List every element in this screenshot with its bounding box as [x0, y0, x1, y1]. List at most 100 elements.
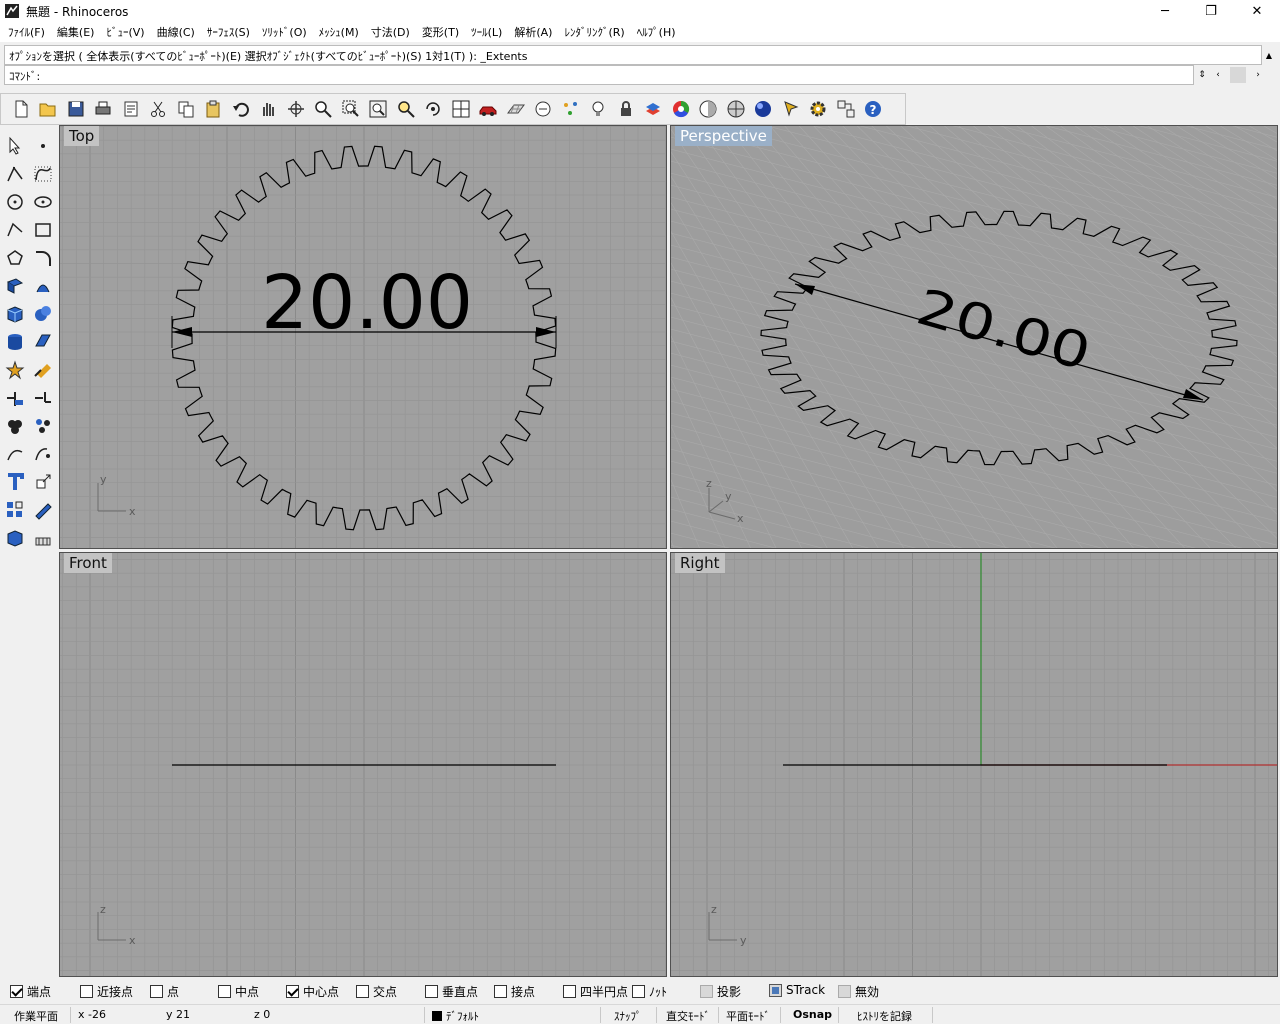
menu-render[interactable]: ﾚﾝﾀﾞﾘﾝｸﾞ(R): [558, 24, 630, 40]
osnap-12[interactable]: 無効: [838, 983, 879, 1000]
osnap-0[interactable]: 端点: [10, 983, 51, 1000]
menu-view[interactable]: ﾋﾞｭｰ(V): [100, 24, 150, 40]
viewport-label-right[interactable]: Right: [675, 553, 725, 573]
viewport-top[interactable]: 20.00 x y Top: [60, 126, 666, 548]
circle-icon[interactable]: [3, 190, 27, 214]
menu-curve[interactable]: 曲線(C): [151, 24, 201, 40]
osnap-3[interactable]: 中点: [218, 983, 259, 1000]
curve-from-object-icon[interactable]: [3, 442, 27, 466]
status-planar[interactable]: 平面ﾓｰﾄﾞ: [726, 1008, 770, 1024]
osnap-checkbox[interactable]: [425, 985, 438, 998]
properties-icon[interactable]: [117, 96, 145, 122]
osnap-11[interactable]: STrack: [769, 983, 825, 997]
rhino-app-icon[interactable]: [4, 3, 20, 19]
point-icon[interactable]: [31, 134, 55, 158]
menu-file[interactable]: ﾌｧｲﾙ(F): [2, 24, 51, 40]
pan-icon[interactable]: [255, 96, 283, 122]
menu-transform[interactable]: 変形(T): [416, 24, 465, 40]
osnap-checkbox[interactable]: [80, 985, 93, 998]
menu-analyze[interactable]: 解析(A): [508, 24, 558, 40]
osnap-checkbox[interactable]: [286, 985, 299, 998]
surface-edge-icon[interactable]: [31, 274, 55, 298]
options-icon[interactable]: [832, 96, 860, 122]
osnap-checkbox[interactable]: [356, 985, 369, 998]
osnap-5[interactable]: 交点: [356, 983, 397, 1000]
surface-tool-icon[interactable]: [31, 330, 55, 354]
zoom-icon[interactable]: [310, 96, 338, 122]
command-scroll-up-icon[interactable]: ▲: [1262, 45, 1276, 65]
osnap-icon[interactable]: [530, 96, 558, 122]
osnap-7[interactable]: 接点: [494, 983, 535, 1000]
grid-plane-icon[interactable]: [502, 96, 530, 122]
status-ortho[interactable]: 直交ﾓｰﾄﾞ: [666, 1008, 710, 1024]
viewport-front[interactable]: x z Front: [60, 553, 666, 976]
group-icon[interactable]: [3, 414, 27, 438]
new-icon[interactable]: [7, 96, 35, 122]
nav-right-icon[interactable]: ›: [1250, 66, 1266, 84]
polyline-icon[interactable]: [3, 162, 27, 186]
restore-button[interactable]: ❐: [1188, 0, 1234, 22]
osnap-checkbox[interactable]: [632, 985, 645, 998]
osnap-checkbox[interactable]: [700, 985, 713, 998]
osnap-10[interactable]: 投影: [700, 983, 741, 1000]
four-viewports-icon[interactable]: [447, 96, 475, 122]
text-icon[interactable]: [3, 470, 27, 494]
osnap-2[interactable]: 点: [150, 983, 179, 1000]
status-snap[interactable]: ｽﾅｯﾌﾟ: [614, 1008, 642, 1024]
gear-icon[interactable]: [805, 96, 833, 122]
dimension-icon[interactable]: [31, 498, 55, 522]
trim-icon[interactable]: [3, 386, 27, 410]
mesh-icon[interactable]: [3, 526, 27, 550]
osnap-9[interactable]: ﾉｯﾄ: [632, 983, 667, 1000]
layer-icon[interactable]: [640, 96, 668, 122]
points-cloud-icon[interactable]: [31, 414, 55, 438]
undo-icon[interactable]: [227, 96, 255, 122]
light-icon[interactable]: [585, 96, 613, 122]
menu-tools[interactable]: ﾂｰﾙ(L): [465, 24, 508, 40]
cut-icon[interactable]: [145, 96, 173, 122]
car-icon[interactable]: [475, 96, 503, 122]
curve-icon[interactable]: [31, 162, 55, 186]
block-icon[interactable]: [31, 526, 55, 550]
spin-updown-icon[interactable]: ⇕: [1194, 66, 1210, 84]
viewport-right[interactable]: y z Right: [671, 553, 1277, 976]
surface-icon[interactable]: [3, 274, 27, 298]
pointer-icon[interactable]: [777, 96, 805, 122]
explode-icon[interactable]: [3, 358, 27, 382]
osnap-checkbox[interactable]: [563, 985, 576, 998]
viewport-label-perspective[interactable]: Perspective: [675, 126, 772, 146]
ellipse-icon[interactable]: [31, 190, 55, 214]
osnap-1[interactable]: 近接点: [80, 983, 133, 1000]
array-icon[interactable]: [3, 498, 27, 522]
nav-left-icon[interactable]: ‹: [1210, 66, 1226, 84]
osnap-4[interactable]: 中心点: [286, 983, 339, 1000]
viewport-label-top[interactable]: Top: [64, 126, 100, 146]
osnap-6[interactable]: 垂直点: [425, 983, 478, 1000]
shade-icon[interactable]: [695, 96, 723, 122]
transform-icon[interactable]: [31, 470, 55, 494]
cylinder-icon[interactable]: [3, 330, 27, 354]
save-icon[interactable]: [62, 96, 90, 122]
osnap-checkbox[interactable]: [150, 985, 163, 998]
boolean-icon[interactable]: [31, 358, 55, 382]
right-view-canvas[interactable]: y z: [671, 553, 1277, 976]
viewport-label-front[interactable]: Front: [64, 553, 112, 573]
top-view-canvas[interactable]: 20.00 x y: [60, 126, 666, 548]
close-button[interactable]: ✕: [1234, 0, 1280, 22]
osnap-checkbox[interactable]: [769, 983, 782, 997]
status-history[interactable]: ﾋｽﾄﾘを記録: [857, 1008, 912, 1024]
print-icon[interactable]: [90, 96, 118, 122]
box-icon[interactable]: [3, 302, 27, 326]
viewport-perspective[interactable]: 20.00 x y z Perspective: [671, 126, 1277, 548]
menu-help[interactable]: ﾍﾙﾌﾟ(H): [631, 24, 682, 40]
scroll-thumb[interactable]: [1230, 67, 1246, 83]
status-cplane[interactable]: 作業平面: [14, 1008, 58, 1024]
split-icon[interactable]: [31, 386, 55, 410]
fillet-icon[interactable]: [31, 246, 55, 270]
zoom-extents-icon[interactable]: [365, 96, 393, 122]
front-view-canvas[interactable]: x z: [60, 553, 666, 976]
curve-tools-icon[interactable]: [31, 442, 55, 466]
osnap-checkbox[interactable]: [218, 985, 231, 998]
minimize-button[interactable]: ─: [1142, 0, 1188, 22]
points-icon[interactable]: [557, 96, 585, 122]
